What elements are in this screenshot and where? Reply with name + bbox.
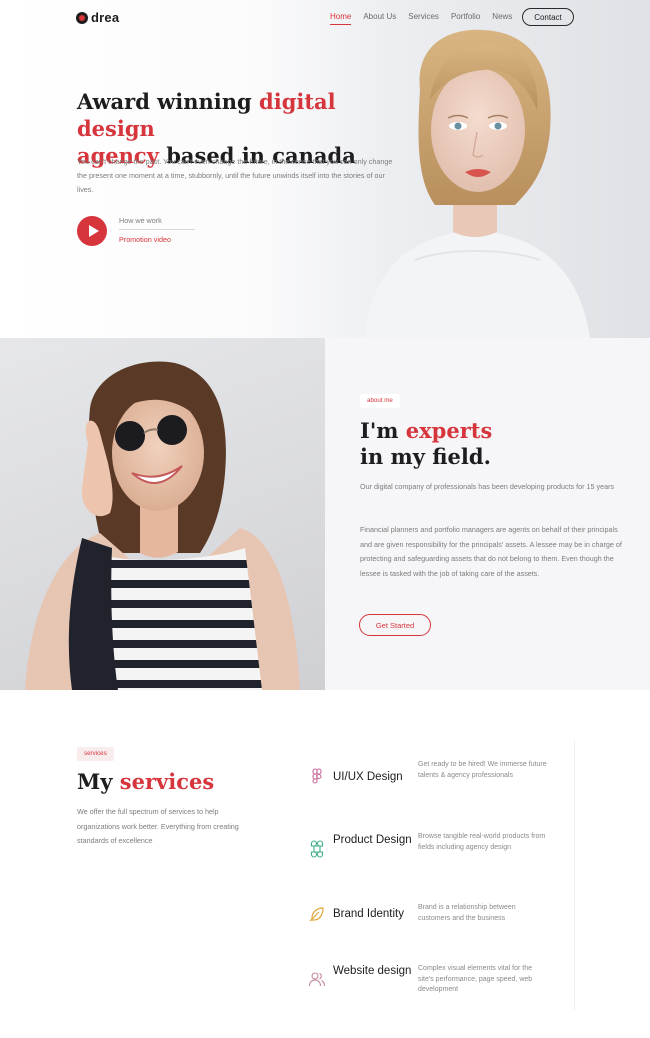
service-name: Brand Identity: [333, 908, 404, 920]
services-title-highlight: services: [119, 769, 215, 794]
service-description: Get ready to be hired! We immerse future…: [418, 761, 547, 779]
about-image: [0, 338, 325, 690]
play-icon: [88, 225, 99, 237]
about-title-part1: I'm: [360, 418, 406, 443]
figma-icon: [312, 768, 322, 784]
about-paragraph-1: Our digital company of professionals has…: [360, 482, 615, 491]
services-tag: services: [77, 747, 114, 761]
about-paragraph-2: Financial planners and portfolio manager…: [360, 525, 622, 578]
hero-section: drea Home About Us Services Portfolio Ne…: [0, 0, 650, 338]
how-we-work-label: How we work: [119, 216, 162, 225]
service-name: Product Design: [333, 834, 412, 846]
service-card-product-design[interactable]: Product Design Browse tangible real-worl…: [300, 828, 575, 896]
top-navigation: drea Home About Us Services Portfolio Ne…: [0, 0, 650, 36]
get-started-button[interactable]: Get Started: [359, 614, 431, 636]
about-panel: [325, 338, 650, 690]
contact-button[interactable]: Contact: [522, 8, 574, 26]
about-title-highlight: experts: [405, 418, 493, 443]
nav-item-services[interactable]: Services: [408, 12, 439, 25]
nav-menu: Home About Us Services Portfolio News: [330, 12, 512, 25]
hero-description: You can't change the past. You can't eve…: [77, 157, 393, 194]
play-video-button[interactable]: [77, 216, 107, 246]
about-tag: about me: [360, 394, 400, 408]
nav-item-about-us[interactable]: About Us: [363, 12, 396, 25]
about-title-part2: in my field.: [360, 444, 491, 469]
users-icon: [308, 972, 326, 987]
service-card-brand-identity[interactable]: Brand Identity Brand is a relationship b…: [300, 900, 575, 968]
promotion-video-link[interactable]: Promotion video: [119, 235, 171, 244]
logo-text: drea: [91, 10, 120, 25]
service-description: Brand is a relationship between customer…: [418, 904, 516, 922]
services-title-part1: My: [77, 769, 120, 794]
services-title: My services: [77, 769, 214, 795]
logo-icon: [76, 11, 88, 24]
hero-title-part1: Award winning: [77, 89, 260, 114]
nav-item-portfolio[interactable]: Portfolio: [451, 12, 480, 25]
service-name: Website design: [333, 965, 412, 977]
about-title: I'm experts in my field.: [360, 418, 492, 470]
command-icon: [310, 840, 324, 858]
nav-item-home[interactable]: Home: [330, 12, 352, 25]
how-we-work-divider: [119, 229, 195, 230]
nav-item-news[interactable]: News: [492, 12, 512, 25]
service-card-website-design[interactable]: Website design Complex visual elements v…: [300, 962, 575, 1030]
brand-logo[interactable]: drea: [76, 10, 119, 25]
service-description: Complex visual elements vital for the si…: [418, 965, 533, 993]
feather-icon: [309, 907, 324, 922]
service-card-ui-ux[interactable]: UI/UX Design Get ready to be hired! We i…: [300, 758, 575, 826]
service-description: Browse tangible real-world products from…: [418, 833, 546, 851]
service-name: UI/UX Design: [333, 771, 403, 783]
about-portrait-image: [25, 361, 300, 690]
services-description: We offer the full spectrum of services t…: [77, 807, 239, 845]
